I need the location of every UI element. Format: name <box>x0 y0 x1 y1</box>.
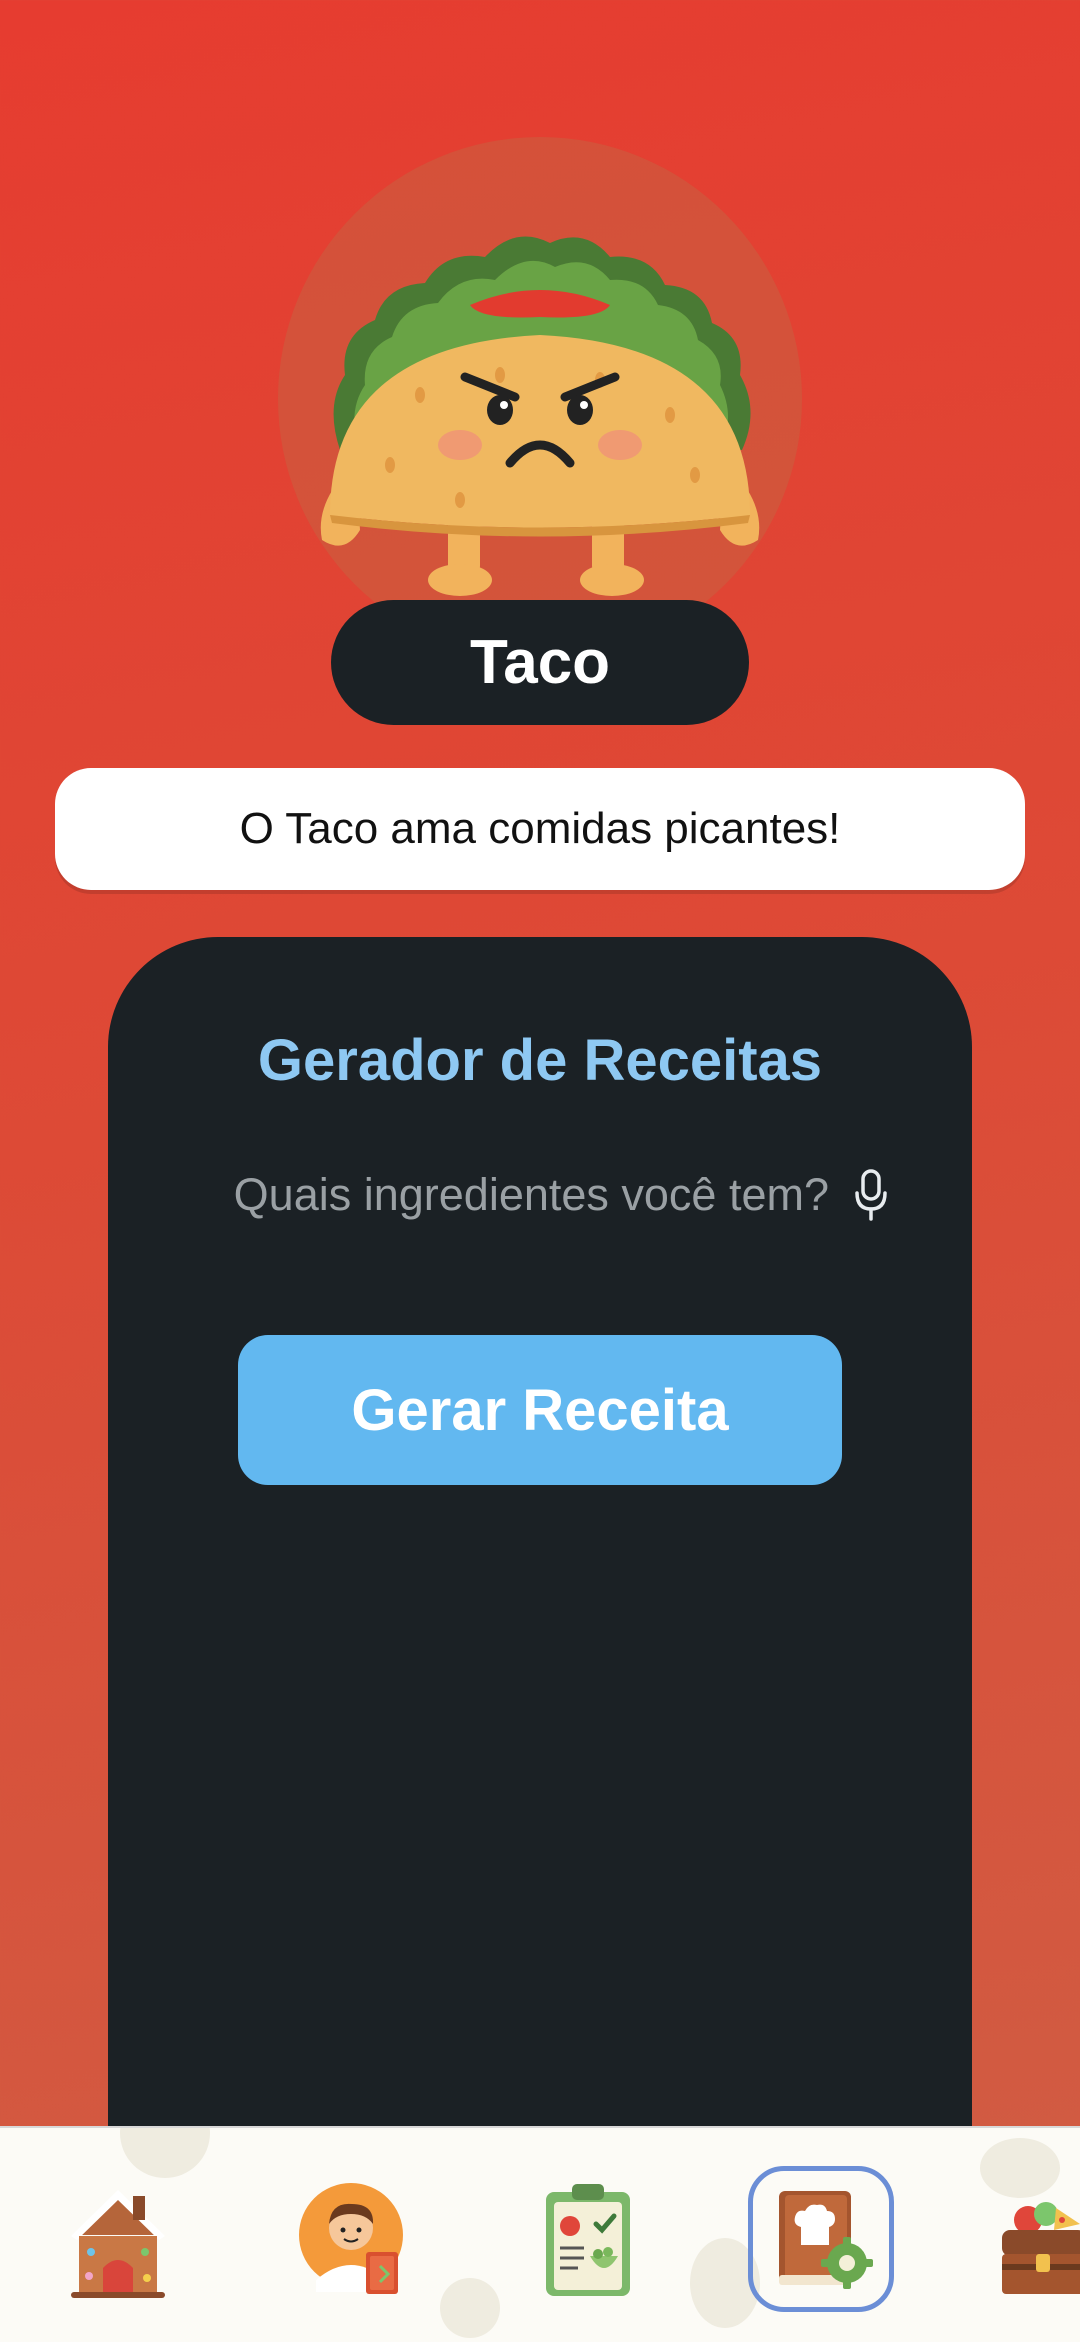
treasure-chest-icon <box>1002 2202 1080 2294</box>
recipe-book-settings-icon <box>779 2191 873 2289</box>
chef-avatar-icon <box>298 2183 403 2294</box>
bottom-navigation <box>0 2126 1080 2342</box>
character-name: Taco <box>469 628 611 697</box>
panel-title: Gerador de Receitas <box>257 1028 823 1093</box>
nav-pantry[interactable] <box>998 2180 1080 2300</box>
generate-recipe-button[interactable]: Gerar Receita <box>238 1335 842 1485</box>
microphone-icon[interactable] <box>851 1167 891 1223</box>
meal-plan-clipboard-icon <box>546 2184 630 2296</box>
nav-background-decoration <box>440 2278 500 2338</box>
recipe-generator-panel: Gerador de Receitas Gerar Receita <box>108 937 972 2127</box>
nav-recipe-generator[interactable] <box>748 2166 894 2312</box>
ingredients-input[interactable] <box>189 1169 829 1221</box>
character-tagline-bubble: O Taco ama comidas picantes! <box>55 768 1025 890</box>
nav-home[interactable] <box>58 2180 178 2300</box>
nav-profile[interactable] <box>293 2180 413 2300</box>
character-tagline: O Taco ama comidas picantes! <box>239 804 841 853</box>
nav-background-decoration <box>120 2128 210 2178</box>
gingerbread-house-icon <box>71 2190 165 2298</box>
nav-meal-plan[interactable] <box>528 2180 648 2300</box>
character-name-pill: Taco <box>331 600 749 725</box>
taco-mascot-icon <box>320 236 760 596</box>
ingredients-row <box>108 1167 972 1223</box>
